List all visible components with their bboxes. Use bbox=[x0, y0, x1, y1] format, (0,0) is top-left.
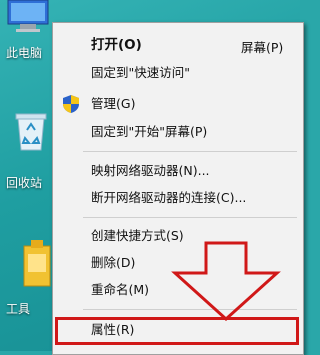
context-menu: 打开(O) 屏幕(P) 固定到"快速访问" 管理(G) 固定到"开始"屏幕(P)… bbox=[52, 22, 304, 355]
desktop-icon-this-pc[interactable]: 此电脑 bbox=[0, 0, 58, 70]
computer-icon bbox=[7, 0, 49, 32]
menu-item-pin-start[interactable]: 固定到"开始"屏幕(P) bbox=[91, 124, 207, 140]
desktop-icon-label: 回收站 bbox=[6, 176, 43, 190]
menu-item-pin-quick-access[interactable]: 固定到"快速访问" bbox=[91, 65, 190, 81]
menu-item-map-network-drive[interactable]: 映射网络驱动器(N)... bbox=[91, 163, 210, 179]
menu-item-open[interactable]: 打开(O) bbox=[91, 37, 142, 53]
menu-item-create-shortcut[interactable]: 创建快捷方式(S) bbox=[91, 228, 184, 244]
desktop-icon-label: 此电脑 bbox=[6, 46, 43, 60]
desktop-icon-tools[interactable]: 工具 bbox=[0, 240, 58, 320]
folder-icon bbox=[23, 240, 51, 287]
shield-icon bbox=[63, 95, 79, 113]
desktop-icon-label: 工具 bbox=[6, 302, 31, 316]
menu-item-disconnect-network-drive[interactable]: 断开网络驱动器的连接(C)... bbox=[91, 190, 246, 206]
properties-highlight-box bbox=[55, 317, 299, 345]
menu-item-pin-start-partial[interactable]: 屏幕(P) bbox=[241, 37, 283, 56]
recycle-bin-icon bbox=[15, 113, 47, 151]
down-arrow-annotation-icon bbox=[171, 241, 281, 321]
desktop-icon-recycle-bin[interactable]: 回收站 bbox=[0, 112, 58, 192]
menu-separator bbox=[83, 217, 297, 218]
menu-separator bbox=[83, 151, 297, 152]
menu-item-delete[interactable]: 删除(D) bbox=[91, 255, 135, 271]
menu-item-rename[interactable]: 重命名(M) bbox=[91, 282, 149, 298]
menu-item-manage[interactable]: 管理(G) bbox=[91, 96, 135, 112]
